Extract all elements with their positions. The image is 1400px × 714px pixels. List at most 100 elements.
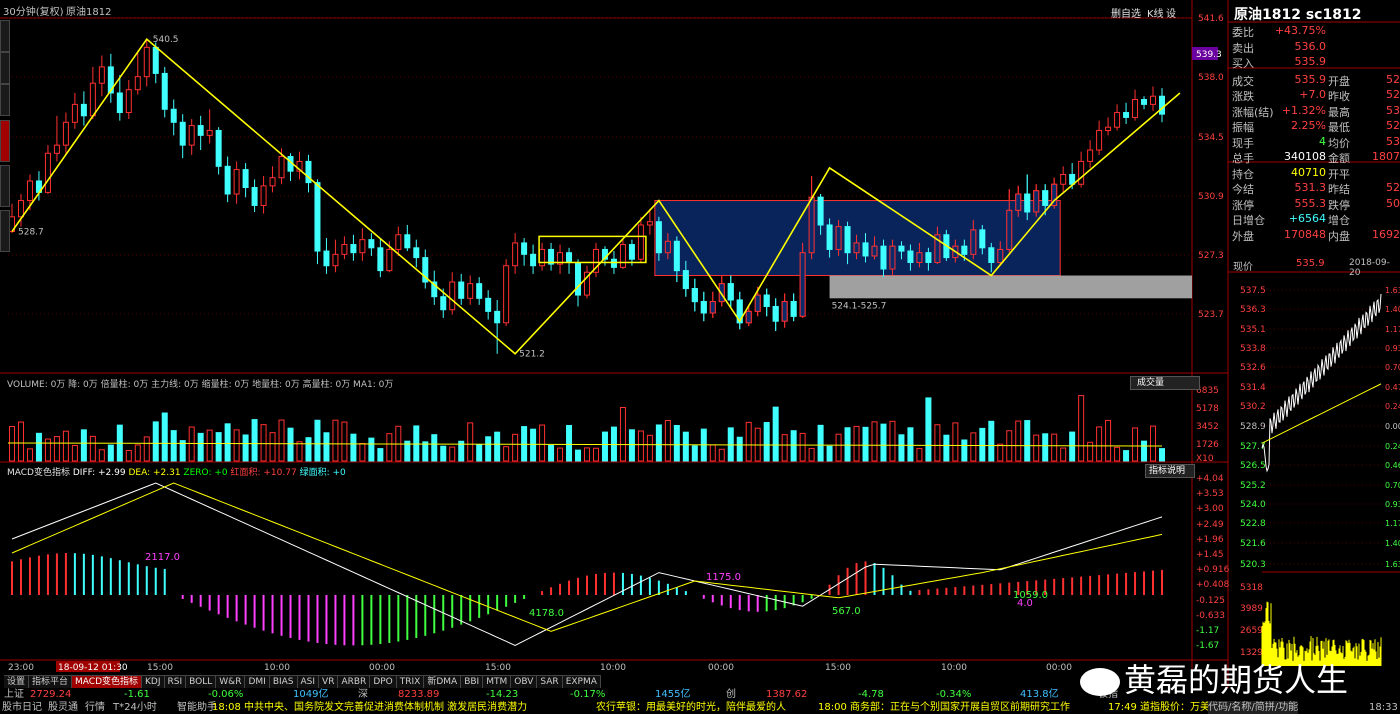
volume-bar: [1159, 448, 1165, 462]
quote-value: 535.9: [1294, 72, 1327, 86]
tab-14[interactable]: 新DMA: [424, 676, 462, 688]
candle-body: [215, 129, 222, 167]
macd-title: MACD变色指标 DIFF: +2.99 DEA: +2.31 ZERO: +0…: [7, 465, 346, 478]
shortcut-link[interactable]: T*24小时: [113, 701, 157, 714]
tab-19[interactable]: EXPMA: [563, 676, 601, 688]
macd-axis-label: -0.125: [1196, 596, 1225, 606]
volume-bar: [521, 426, 528, 462]
candle-body: [539, 248, 546, 267]
news-item-1[interactable]: 18:08 中共中央、国务院发文完善促进消费体制机制 激发居民消费潜力: [212, 701, 527, 714]
tab-17[interactable]: OBV: [511, 676, 538, 688]
tab-7[interactable]: DMI: [245, 676, 270, 688]
tab-9[interactable]: ASI: [298, 676, 320, 688]
volume-bar: [664, 419, 671, 462]
volume-bar: [628, 429, 635, 462]
volume-bar: [44, 438, 51, 462]
news-item-3[interactable]: 18:00 商务部：正在与个别国家开展自贸区前期研究工作: [818, 701, 1070, 714]
volume-bar: [637, 430, 644, 462]
candle-body: [1024, 193, 1031, 213]
tab-12[interactable]: DPO: [370, 676, 397, 688]
tab-18[interactable]: SAR: [537, 676, 563, 688]
tab-13[interactable]: TRIX: [397, 676, 425, 688]
volume-bar: [98, 449, 105, 462]
shortcut-link[interactable]: 股灵通: [48, 701, 78, 714]
volume-bar: [26, 448, 33, 462]
volume-bar: [673, 425, 680, 462]
volume-bar: [9, 426, 15, 462]
period-label: 30分钟(复权): [3, 7, 64, 18]
macd-axis-label: +4.04: [1196, 474, 1224, 484]
tab-15[interactable]: BBI: [461, 676, 484, 688]
volume-indicator-button[interactable]: 成交量: [1130, 376, 1200, 390]
candle-body: [754, 294, 761, 312]
tab-5[interactable]: BOLL: [186, 676, 217, 688]
tab-2[interactable]: MACD变色指标: [72, 676, 143, 688]
macd-green-area: 绿面积: +0: [299, 468, 346, 478]
candle-body: [646, 221, 653, 226]
indicator-tabs: 设置 指标平台 MACD变色指标 KDJ RSI BOLL W&R DMI BIAS ASI VR A…: [4, 675, 601, 688]
intraday-axis-left: 2659: [1240, 626, 1263, 636]
news-item-2[interactable]: 农行苹银：用最美好的时光，陪伴最爱的人: [596, 701, 786, 714]
volume-bar: [152, 421, 159, 462]
candle-body: [691, 288, 698, 303]
tab-16[interactable]: MTM: [483, 676, 512, 688]
ticker-item: 8233.89: [398, 689, 440, 700]
volume-bar: [377, 448, 384, 462]
candle-body: [997, 248, 1004, 263]
volume-bar: [566, 424, 573, 462]
tab-0[interactable]: 设置: [4, 676, 30, 688]
side-button-2[interactable]: [0, 52, 10, 84]
candle-body: [233, 169, 240, 195]
kline-button[interactable]: K线: [1147, 5, 1164, 20]
volume-bar: [862, 426, 869, 462]
news-item-4[interactable]: 17:49 道指股价：万美: [1108, 701, 1210, 714]
shortcut-link[interactable]: 行情: [85, 701, 105, 714]
time-axis-label: 10:00: [264, 663, 290, 673]
shortcut-link[interactable]: 股市日记: [2, 701, 42, 714]
side-button-1[interactable]: [0, 20, 10, 52]
volume-bar: [961, 439, 968, 462]
shortcut-link[interactable]: 智能助手: [177, 701, 217, 714]
tab-3[interactable]: KDJ: [142, 676, 165, 688]
tab-4[interactable]: RSI: [165, 676, 187, 688]
annotation-start: 528.7: [18, 228, 44, 238]
time-axis-label: 00:00: [708, 663, 734, 673]
delete-watchlist-button[interactable]: 删自选: [1111, 5, 1141, 20]
side-button-5[interactable]: [0, 210, 10, 252]
tab-1[interactable]: 指标平台: [29, 676, 73, 688]
candle-body: [745, 310, 752, 324]
candle-body: [781, 301, 788, 322]
volume-bar: [601, 431, 608, 462]
ticker-item: 1455亿: [655, 689, 691, 700]
candle-body: [323, 250, 330, 267]
code-search-box[interactable]: 代码/名称/简拼/功能: [1208, 701, 1299, 714]
tab-8[interactable]: BIAS: [270, 676, 298, 688]
ticker-item: 创: [726, 689, 736, 700]
side-button-active[interactable]: [0, 120, 10, 162]
candle-body: [673, 240, 680, 272]
side-button-4[interactable]: [0, 165, 10, 207]
intraday-axis-left: 524.0: [1240, 500, 1266, 510]
volume-bar: [215, 432, 222, 462]
clock: 18:33: [1369, 702, 1398, 713]
time-axis-label: 23:00: [8, 663, 34, 673]
volume-bar: [350, 433, 357, 462]
volume-bar: [17, 421, 24, 462]
chart-canvas[interactable]: 541.6 538.0 534.5 530.9 527.3 523.7 539.3 540.5…: [0, 0, 1400, 714]
tab-11[interactable]: ARBR: [338, 676, 371, 688]
candle-body: [655, 221, 662, 254]
ticker-item: -0.06%: [208, 689, 244, 700]
volume-bar: [260, 424, 267, 462]
volume-bar: [988, 420, 995, 462]
tab-10[interactable]: VR: [319, 676, 339, 688]
side-button-3[interactable]: [0, 84, 10, 116]
tab-6[interactable]: W&R: [216, 676, 246, 688]
settings-button[interactable]: 设: [1166, 5, 1176, 20]
price-axis-label: 523.7: [1198, 310, 1224, 320]
volume-bar: [718, 448, 725, 462]
volume-bar: [1033, 434, 1040, 462]
quote-value: 52: [1386, 181, 1400, 194]
volume-bar: [970, 432, 977, 462]
volume-bar: [53, 436, 60, 462]
indicator-help-button[interactable]: 指标说明: [1145, 464, 1195, 478]
